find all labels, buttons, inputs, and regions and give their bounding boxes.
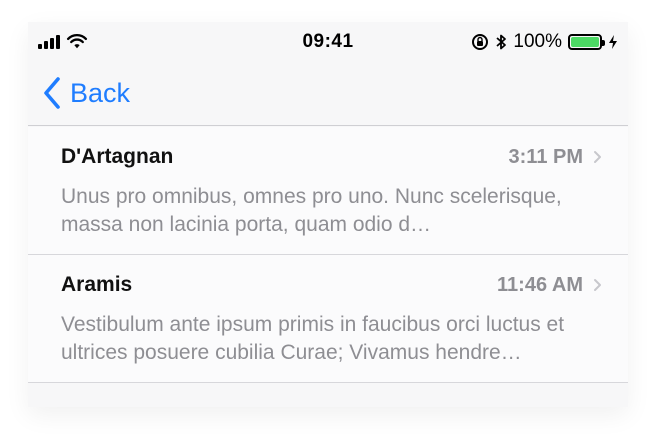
battery-percent: 100%: [513, 31, 562, 52]
message-time-group: 11:46 AM: [497, 274, 602, 297]
back-label: Back: [70, 77, 131, 108]
status-bar: 09:41 100%: [28, 22, 628, 62]
chevron-left-icon: [44, 77, 60, 109]
message-time-group: 3:11 PM: [509, 146, 602, 169]
message-row[interactable]: D'Artagnan 3:11 PM Unus pro omnibus, omn…: [28, 127, 628, 255]
sender-name: Aramis: [61, 273, 133, 296]
back-button[interactable]: Back: [42, 76, 130, 110]
chevron-right-icon: [594, 151, 601, 163]
battery-fill: [571, 37, 599, 47]
charging-bolt-icon: [609, 35, 617, 49]
bluetooth-icon: [496, 34, 507, 50]
navigation-bar: Back: [28, 62, 628, 126]
rotation-lock-icon: [472, 34, 489, 50]
message-list: D'Artagnan 3:11 PM Unus pro omnibus, omn…: [28, 127, 628, 383]
message-header: Aramis 11:46 AM: [61, 255, 602, 315]
message-header: D'Artagnan 3:11 PM: [61, 127, 602, 187]
chevron-right-icon: [594, 279, 601, 291]
message-preview: Unus pro omnibus, omnes pro uno. Nunc sc…: [61, 185, 562, 236]
sender-name: D'Artagnan: [61, 145, 174, 168]
phone-screen: 09:41 100% Back D'Artagnan 3:11 PM Unus …: [28, 22, 628, 407]
message-time: 3:11 PM: [508, 145, 583, 168]
status-right: 100%: [471, 31, 618, 53]
message-time: 11:46 AM: [497, 273, 583, 296]
message-row[interactable]: Aramis 11:46 AM Vestibulum ante ipsum pr…: [28, 255, 628, 383]
message-preview: Vestibulum ante ipsum primis in faucibus…: [61, 313, 565, 364]
battery-icon: [568, 34, 605, 50]
